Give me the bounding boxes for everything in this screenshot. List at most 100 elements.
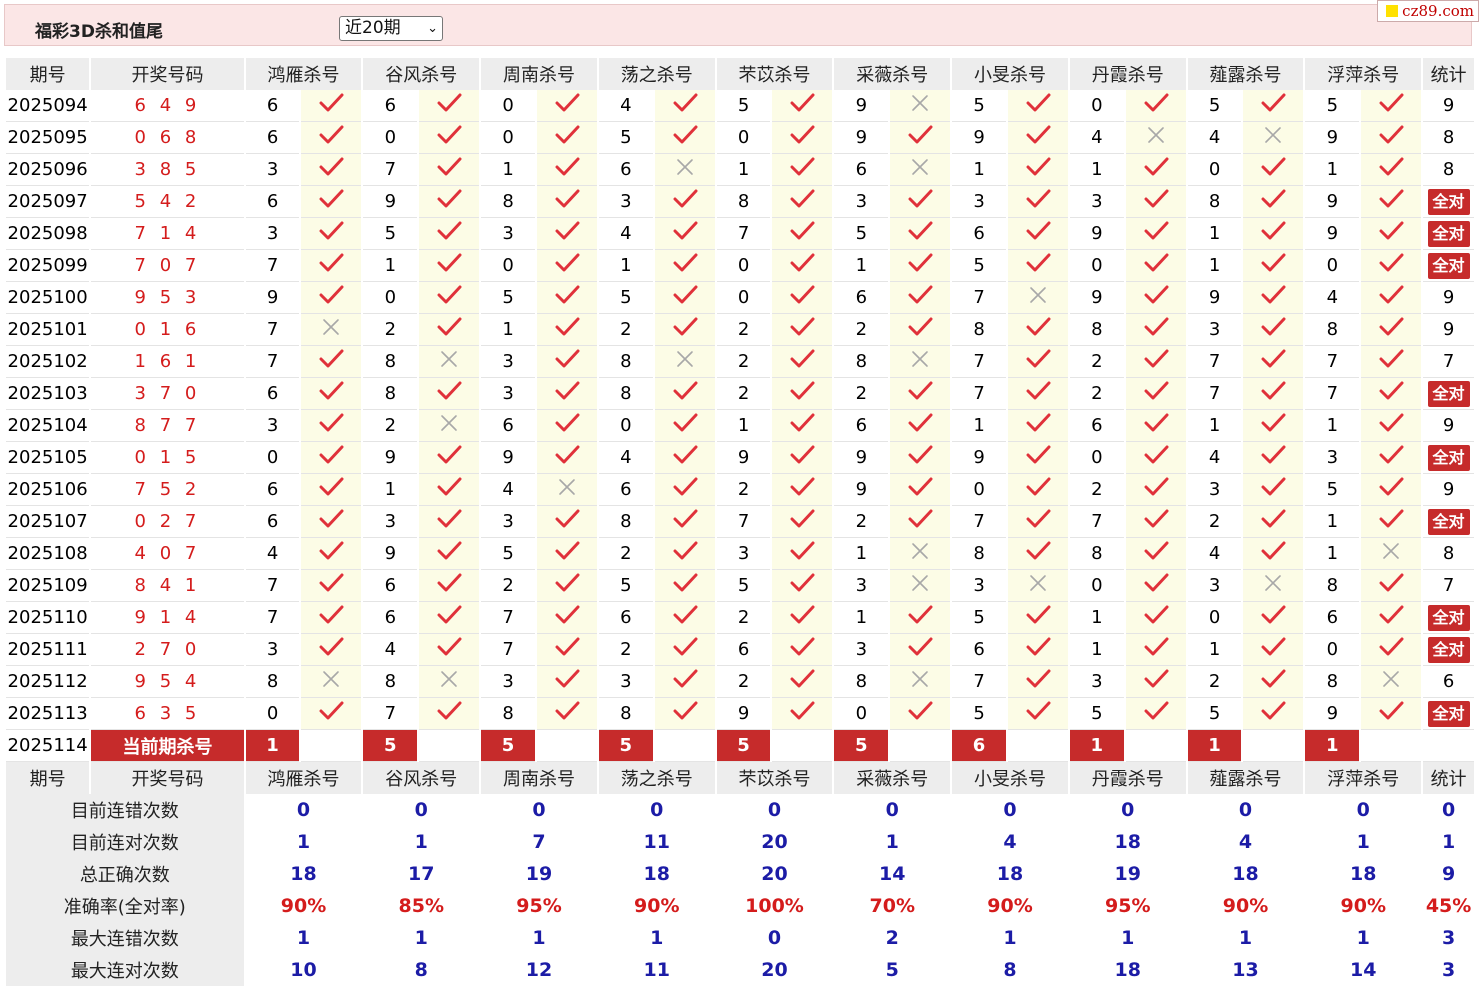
kill-number-cell: 3 [481,666,535,698]
period-cell: 2025099 [6,250,90,282]
all-correct-badge: 全对 [1427,444,1470,471]
cross-icon [419,666,480,698]
kill-number-cell: 2 [716,314,771,346]
kill-number-cell: 8 [1069,538,1124,570]
kill-number-cell: 6 [834,410,889,442]
kill-number-cell: 7 [1305,378,1360,410]
check-icon [301,346,362,378]
kill-number-cell: 1 [716,154,771,186]
summary-label: 目前连对次数 [6,826,244,858]
kill-number-cell: 6 [245,90,300,122]
period-cell: 2025095 [6,122,90,154]
kill-number-cell: 5 [1305,90,1360,122]
check-icon [419,602,480,634]
check-icon [536,218,597,250]
drawn-number-cell: 9 5 4 [91,666,244,698]
kill-number-cell: 6 [952,218,1006,250]
kill-number-cell: 3 [834,186,889,218]
kill-number-cell: 6 [363,570,418,602]
check-icon [1243,602,1304,634]
check-icon [536,698,597,730]
check-icon [1243,154,1304,186]
current-kill-number: 5 [716,730,771,762]
summary-value: 90% [987,895,1033,917]
kill-number-cell: 7 [952,506,1006,538]
table-row: 2025097 5 4 2 6 9 8 3 8 3 3 3 8 9 全对 [6,186,1474,218]
kill-number-cell: 1 [952,154,1006,186]
col-header-expert: 谷风杀号 [363,762,480,794]
check-icon [1007,346,1068,378]
check-icon [772,538,833,570]
kill-number-cell: 4 [363,634,418,666]
check-icon [1125,218,1186,250]
kill-number-cell: 2 [598,538,653,570]
summary-value: 19 [525,863,553,885]
blank-cell [772,730,833,762]
summary-value: 0 [1238,799,1253,821]
check-icon [419,698,480,730]
period-select[interactable]: 近20期 ⌄ [339,16,443,41]
check-icon [301,570,362,602]
col-header-expert: 荡之杀号 [598,58,715,90]
kill-number-cell: 2 [834,314,889,346]
table-row: 2025101 0 1 67 2 1 2 2 2 8 8 3 8 9 [6,314,1474,346]
cross-icon [890,538,951,570]
kill-number-cell: 9 [245,282,300,314]
kill-number-cell: 1 [1187,218,1242,250]
drawn-number-cell: 9 1 4 [91,602,244,634]
kill-number-cell: 1 [1305,538,1360,570]
table-row: 2025100 9 5 390550679949 [6,282,1474,314]
period-cell: 2025100 [6,282,90,314]
summary-value: 18 [996,863,1024,885]
kill-number-cell: 1 [952,410,1006,442]
drawn-number-cell: 5 4 2 [91,186,244,218]
table-row: 2025104 8 7 732601616119 [6,410,1474,442]
cross-icon [1125,122,1186,154]
kill-number-cell: 1 [1069,154,1124,186]
kill-number-cell: 0 [363,282,418,314]
kill-number-cell: 3 [1069,666,1124,698]
blank-cell [890,730,951,762]
check-icon [301,122,362,154]
kill-number-cell: 2 [481,570,535,602]
check-icon [1007,506,1068,538]
drawn-number-cell: 7 0 7 [91,250,244,282]
kill-number-cell: 1 [1069,634,1124,666]
summary-label: 目前连错次数 [6,794,244,826]
drawn-number-cell: 3 7 0 [91,378,244,410]
drawn-number-cell: 2 7 0 [91,634,244,666]
col-header-expert: 鸿雁杀号 [245,58,362,90]
summary-value: 90% [280,895,327,917]
kill-number-cell: 8 [834,346,889,378]
drawn-number-cell: 7 1 4 [91,218,244,250]
site-badge[interactable]: cz89.com [1377,0,1479,22]
kill-number-cell: 8 [598,346,653,378]
check-icon [301,474,362,506]
summary-value: 90% [1222,895,1269,917]
current-kill-number: 1 [245,730,300,762]
kill-number-cell: 0 [834,698,889,730]
col-header-expert: 丹霞杀号 [1069,58,1186,90]
kill-number-cell: 9 [1305,698,1360,730]
summary-value: 0 [1441,799,1456,821]
summary-label: 最大连对次数 [6,954,244,986]
kill-number-cell: 5 [1069,698,1124,730]
kill-number-cell: 5 [1187,698,1242,730]
kill-number-cell: 2 [716,474,771,506]
check-icon [890,250,951,282]
check-icon [772,218,833,250]
stat-cell: 全对 [1423,218,1474,250]
check-icon [772,314,833,346]
kill-number-cell: 0 [363,122,418,154]
cross-icon [419,346,480,378]
kill-number-cell: 1 [716,410,771,442]
blank-cell [301,730,362,762]
check-icon [1361,122,1422,154]
kill-number-cell: 0 [952,474,1006,506]
check-icon [772,378,833,410]
check-icon [890,634,951,666]
kill-number-cell: 6 [245,122,300,154]
kill-number-cell: 3 [834,634,889,666]
stat-cell: 9 [1423,282,1474,314]
kill-number-cell: 8 [363,346,418,378]
